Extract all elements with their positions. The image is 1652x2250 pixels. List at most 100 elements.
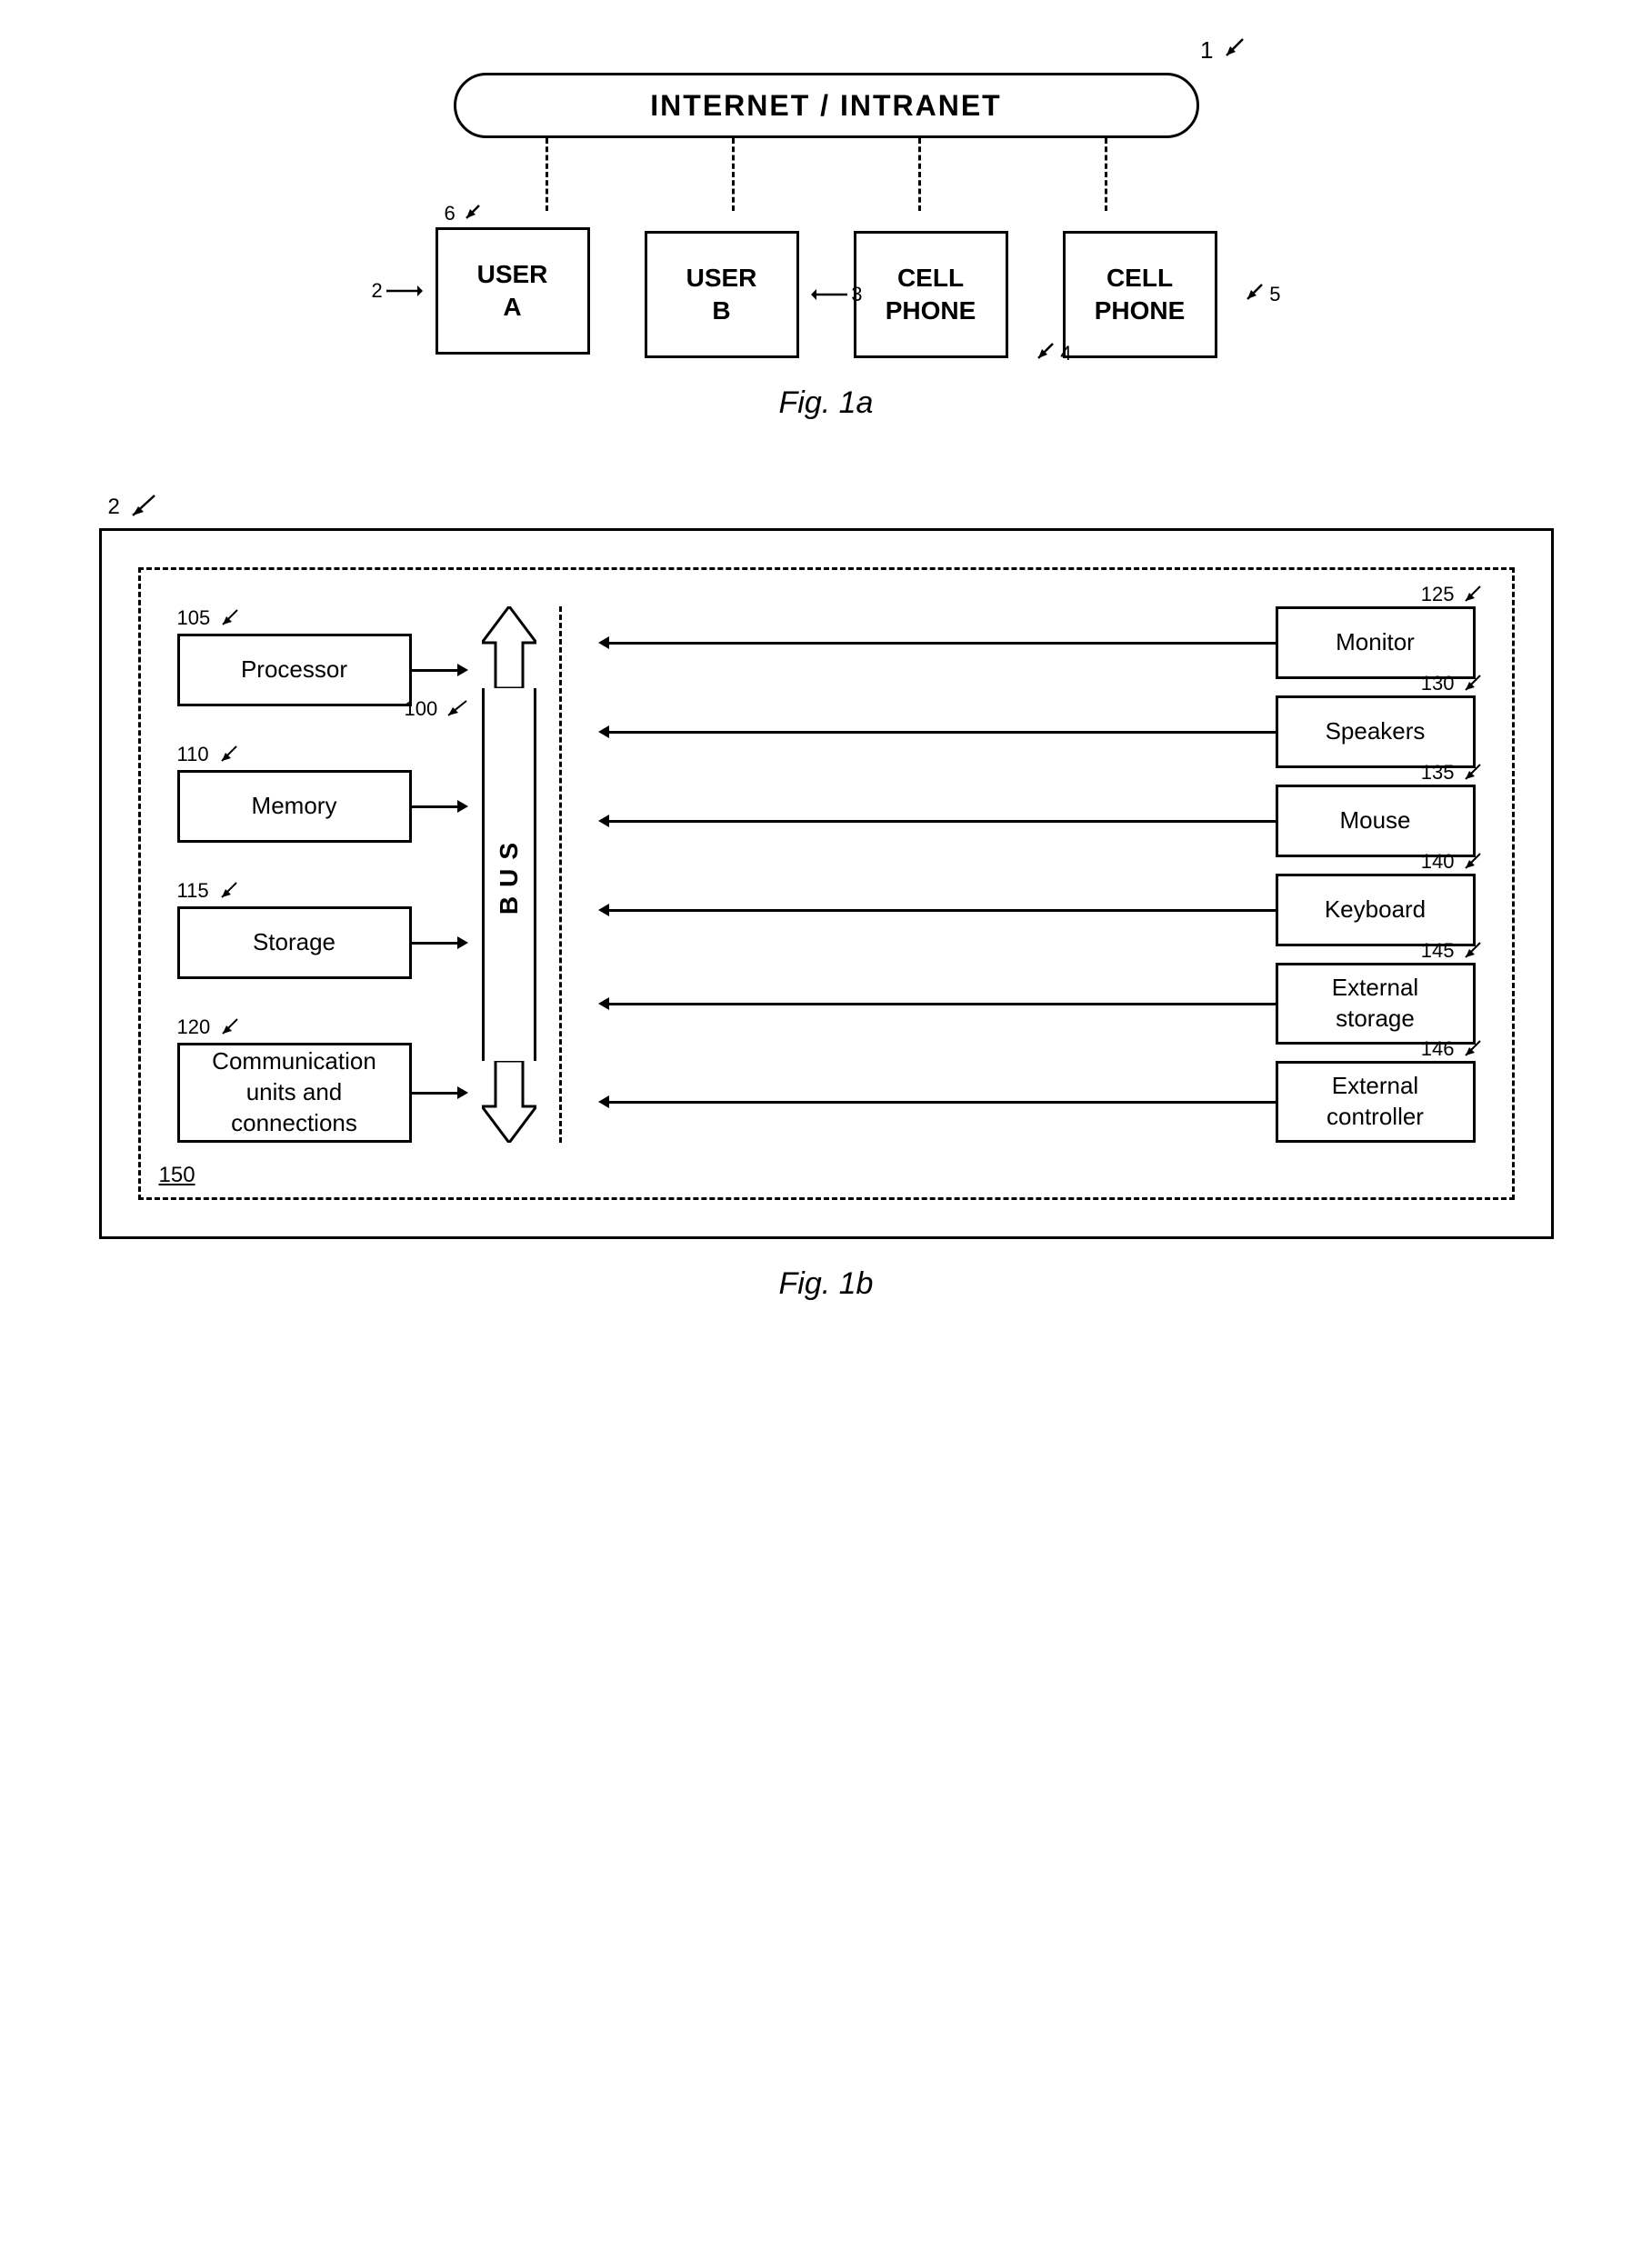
callout-arrow-ref2-icon <box>125 494 156 521</box>
inet-label: INTERNET / INTRANET <box>650 89 1001 123</box>
ref-145: 145 <box>1421 938 1482 965</box>
memory-box: Memory <box>177 770 412 843</box>
callout-arrow-1-icon <box>1217 37 1245 65</box>
mouse-row: Mouse 135 <box>598 785 1476 857</box>
ext-storage-row: External storage 145 <box>598 963 1476 1045</box>
callout-arrow-4-icon <box>1029 340 1056 367</box>
mouse-line <box>598 815 1276 827</box>
fig1a-caption: Fig. 1a <box>779 385 874 421</box>
ref-2-arrow: 2 <box>372 279 423 303</box>
ext-controller-box: External controller 146 <box>1276 1061 1476 1143</box>
device-row: 6 2 USER A <box>436 202 1217 358</box>
callout-arrow-115-icon <box>215 881 238 901</box>
ext-controller-line <box>598 1095 1276 1108</box>
comm-num: 120 <box>177 1015 211 1039</box>
processor-box: Processor <box>177 634 412 706</box>
device-cell-phone-2-wrap: CELL PHONE 5 <box>1063 202 1217 358</box>
fig1a-diagram: INTERNET / INTRANET 1 6 <box>99 55 1554 439</box>
arrow-left-3-icon <box>811 285 847 304</box>
dashed-line-1 <box>546 138 548 211</box>
bus-label: BUS <box>495 834 524 915</box>
device-user-b: USER B <box>645 231 799 358</box>
speakers-label: Speakers <box>1326 716 1426 747</box>
speakers-line <box>598 725 1276 738</box>
storage-box: Storage <box>177 906 412 979</box>
comm-arrow <box>412 1086 468 1099</box>
storage-arrow <box>412 936 468 949</box>
memory-num: 110 <box>177 743 209 766</box>
comm-label: Communication units and connections <box>212 1046 376 1138</box>
bus-shaft: 100 BUS <box>482 688 536 1061</box>
ref-125: 125 <box>1421 582 1482 608</box>
memory-arrow <box>412 800 468 813</box>
ref-100: 100 <box>405 697 469 721</box>
callout-arrow-130-icon <box>1458 674 1482 694</box>
bus-arrow-down-icon <box>482 1061 536 1143</box>
ext-storage-label: External storage <box>1332 973 1418 1035</box>
ext-storage-line <box>598 997 1276 1010</box>
bus-col: 100 BUS <box>477 606 541 1143</box>
processor-wrap: 105 Processor <box>177 606 468 706</box>
processor-num: 105 <box>177 606 211 630</box>
ref-6: 6 <box>445 202 456 225</box>
callout-arrow-125-icon <box>1458 585 1482 605</box>
arrow-right-icon <box>386 282 423 300</box>
processor-label: Processor <box>241 655 347 685</box>
ref-146: 146 <box>1421 1036 1482 1063</box>
comm-wrap: 120 Communication units and connections <box>177 1015 468 1143</box>
keyboard-row: Keyboard 140 <box>598 874 1476 946</box>
user-a-label: USER A <box>477 258 548 325</box>
monitor-box: Monitor 125 <box>1276 606 1476 679</box>
device-user-a-wrap: 6 2 USER A <box>436 202 590 355</box>
fig1b-container: 2 105 Processor <box>99 494 1554 1302</box>
callout-arrow-5-icon <box>1238 281 1266 308</box>
device-cell-phone-1-wrap: CELL PHONE 4 <box>854 202 1008 358</box>
dashed-line-3 <box>918 138 921 211</box>
monitor-row: Monitor 125 <box>598 606 1476 679</box>
storage-wrap: 115 Storage <box>177 879 468 979</box>
fig1b-ref2: 2 <box>108 495 120 520</box>
fig1b-caption: Fig. 1b <box>99 1266 1554 1302</box>
callout-arrow-135-icon <box>1458 763 1482 783</box>
dashed-lines <box>454 138 1199 202</box>
memory-label: Memory <box>252 791 337 822</box>
callout-arrow-100-icon <box>441 699 468 719</box>
mouse-label: Mouse <box>1339 805 1410 836</box>
device-user-a: USER A <box>436 227 590 355</box>
inet-bar: INTERNET / INTRANET <box>454 73 1199 138</box>
dashed-line-2 <box>732 138 735 211</box>
ext-controller-label: External controller <box>1327 1071 1424 1133</box>
storage-num: 115 <box>177 879 209 903</box>
keyboard-label: Keyboard <box>1325 895 1426 925</box>
callout-arrow-110-icon <box>215 745 238 765</box>
callout-arrow-145-icon <box>1458 941 1482 961</box>
mouse-box: Mouse 135 <box>1276 785 1476 857</box>
fig1a-container: INTERNET / INTRANET 1 6 <box>99 55 1554 439</box>
device-cell-phone-1: CELL PHONE <box>854 231 1008 358</box>
device-cell-phone-2: CELL PHONE <box>1063 231 1217 358</box>
callout-arrow-146-icon <box>1458 1039 1482 1059</box>
fig1b-ref2-wrap: 2 <box>108 494 1554 521</box>
keyboard-box: Keyboard 140 <box>1276 874 1476 946</box>
storage-label: Storage <box>253 927 335 958</box>
ext-storage-box: External storage 145 <box>1276 963 1476 1045</box>
keyboard-line <box>598 904 1276 916</box>
ref-150-label: 150 <box>159 1163 195 1188</box>
device-user-b-wrap: USER B 3 <box>645 202 799 358</box>
bus-arrow-up-icon <box>482 606 536 688</box>
fig1b-inner-dashed: 105 Processor <box>138 567 1515 1200</box>
right-peripherals-col: Monitor 125 Speakers <box>571 606 1476 1143</box>
cell-phone-1-label: CELL PHONE <box>886 262 976 328</box>
callout-arrow-6-icon <box>459 202 483 225</box>
user-b-label: USER B <box>686 262 757 328</box>
callout-arrow-105-icon <box>215 608 239 628</box>
ref-130: 130 <box>1421 671 1482 697</box>
monitor-label: Monitor <box>1336 627 1415 658</box>
processor-arrow <box>412 664 468 676</box>
speakers-box: Speakers 130 <box>1276 695 1476 768</box>
callout-arrow-120-icon <box>215 1017 239 1037</box>
comm-box: Communication units and connections <box>177 1043 412 1143</box>
fig1b-outer-box: 105 Processor <box>99 528 1554 1239</box>
cell-phone-2-label: CELL PHONE <box>1095 262 1186 328</box>
memory-wrap: 110 Memory <box>177 743 468 843</box>
